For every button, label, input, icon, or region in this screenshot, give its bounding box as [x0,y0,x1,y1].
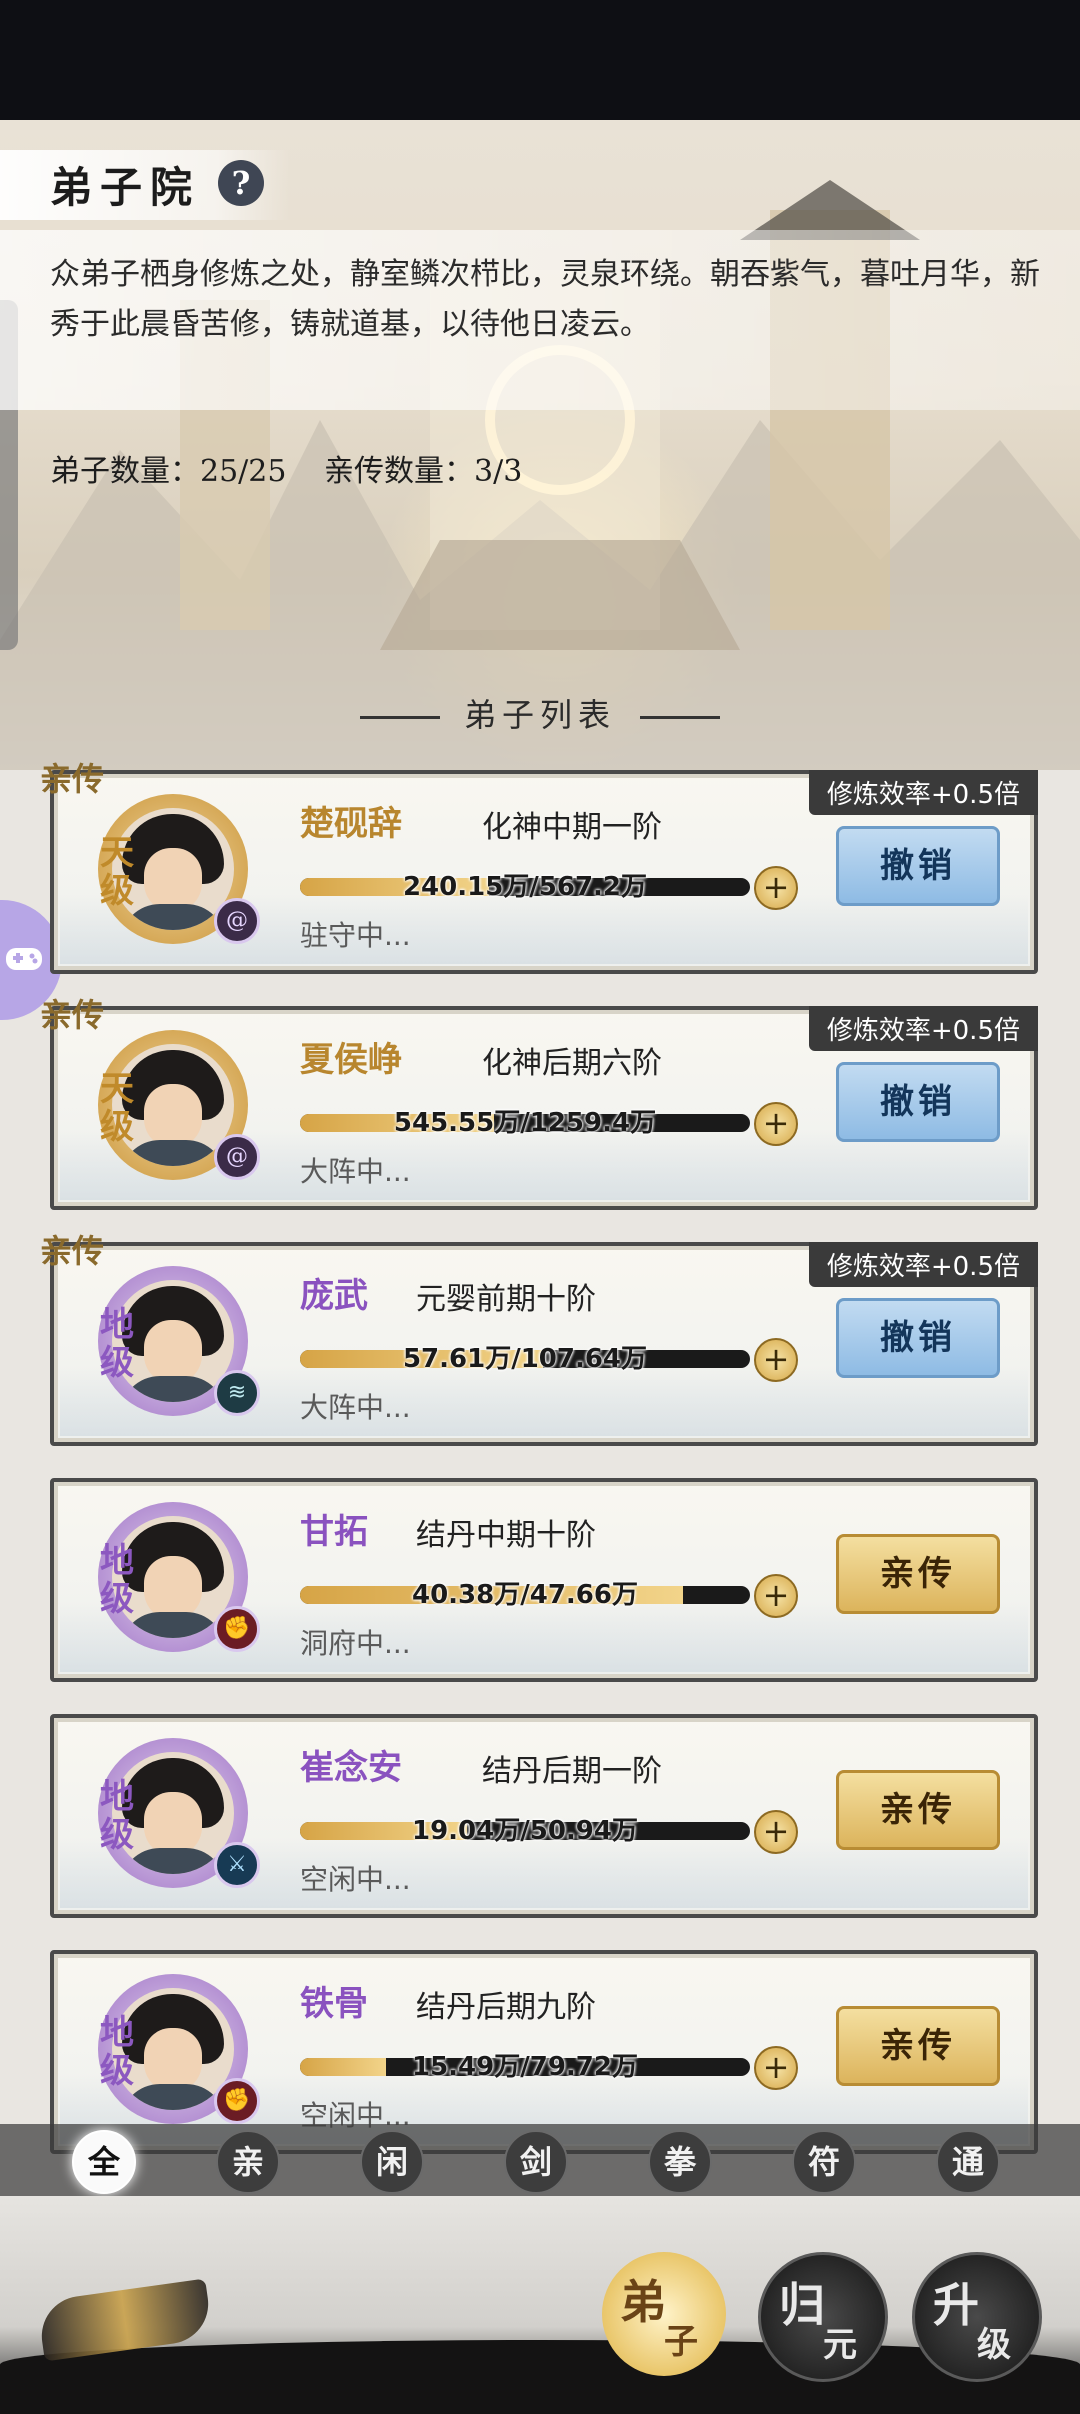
portrait-face [144,1084,202,1148]
plus-icon[interactable]: + [754,866,798,910]
question-icon[interactable]: ? [218,160,264,206]
disciple-name: 甘拓 [300,1512,368,1552]
progress-text: 19.04万/50.94万 [412,1816,638,1846]
status-text: 大阵中... [300,1391,411,1424]
rank-label: 地级 [100,2013,134,2091]
spiral-icon: @ [214,898,260,944]
realm-label: 结丹后期九阶 [416,1990,596,2025]
portrait-face [144,1792,202,1856]
plus-icon[interactable]: + [754,1574,798,1618]
make-direct-button[interactable]: 亲传 [836,1770,1000,1850]
nav-char-1: 升 [933,2278,979,2332]
disciple-name: 夏侯峥 [300,1040,402,1080]
nav-char-1: 归 [779,2278,825,2332]
disciple-name: 庞武 [300,1276,368,1316]
direct-disciple-tag: 亲传 [40,1232,105,1270]
list-title-text: 弟子列表 [463,696,616,734]
realm-label: 元婴前期十阶 [416,1282,596,1317]
plus-icon[interactable]: + [754,1102,798,1146]
description-text: 众弟子栖身修炼之处，静室鳞次栉比，灵泉环绕。朝吞紫气，暮吐月华，新秀于此晨昏苦修… [50,257,1040,342]
plus-icon[interactable]: + [754,2046,798,2090]
page-title: 弟子院 [50,163,201,212]
disciple-name: 铁骨 [300,1984,368,2024]
revoke-button[interactable]: 撤销 [836,1062,1000,1142]
disciple-name: 楚砚辞 [300,804,402,844]
ink-wave [0,2340,1080,2414]
disciple-card[interactable]: 地级 ⚔ 崔念安 结丹后期一阶 19.04万/50.94万 + 空闲中... 亲传 [50,1714,1038,1918]
wind-icon: ≋ [214,1370,260,1416]
bottom-nav-button[interactable]: 归元 [758,2252,888,2382]
status-text: 空闲中... [300,1863,411,1896]
disciple-count: 弟子数量：25/25 [50,454,287,489]
spiral-icon: @ [214,1134,260,1180]
realm-label: 化神后期六阶 [482,1046,662,1081]
disciple-card[interactable]: 亲传 修炼效率+0.5倍天级 @ 夏侯峥 化神后期六阶 545.55万/1259.4万 + 大… [40,996,1038,1210]
efficiency-badge: 修炼效率+0.5倍 [808,1006,1038,1051]
revoke-button[interactable]: 撤销 [836,826,1000,906]
progress-text: 40.38万/47.66万 [412,1580,638,1610]
make-direct-button[interactable]: 亲传 [836,2006,1000,2086]
make-direct-button[interactable]: 亲传 [836,1534,1000,1614]
realm-label: 结丹中期十阶 [416,1518,596,1553]
sword-icon: ⚔ [214,1842,260,1888]
direct-disciple-tag: 亲传 [40,760,105,798]
counts-row: 弟子数量：25/25 亲传数量：3/3 [50,446,550,490]
disciple-card[interactable]: 地级 ✊ 甘拓 结丹中期十阶 40.38万/47.66万 + 洞府中... 亲传 [50,1478,1038,1682]
direct-disciple-tag: 亲传 [40,996,105,1034]
nav-char-1: 弟 [620,2275,666,2329]
direct-count: 亲传数量：3/3 [324,454,523,489]
portrait-face [144,2028,202,2092]
filter-tab[interactable]: 通 [936,2130,1000,2194]
gamepad-icon [6,948,42,970]
filter-tab[interactable]: 符 [792,2130,856,2194]
bottom-nav-button[interactable]: 弟子 [602,2252,726,2376]
filter-tab[interactable]: 剑 [504,2130,568,2194]
realm-label: 化神中期一阶 [482,810,662,845]
filter-tab[interactable]: 闲 [360,2130,424,2194]
fist-icon: ✊ [214,2078,260,2124]
disciple-name: 崔念安 [300,1748,402,1788]
portrait-face [144,1556,202,1620]
bottom-nav-button[interactable]: 升级 [912,2252,1042,2382]
left-ornament-icon [359,716,440,719]
rank-label: 天级 [100,1069,134,1147]
filter-tab[interactable]: 拳 [648,2130,712,2194]
status-text: 大阵中... [300,1155,411,1188]
status-text: 洞府中... [300,1627,411,1660]
nav-char-2: 元 [823,2325,857,2365]
top-status-bar [0,0,1080,120]
realm-label: 结丹后期一阶 [482,1754,662,1789]
rank-label: 地级 [100,1777,134,1855]
status-text: 驻守中... [300,919,411,952]
filter-tab[interactable]: 全 [72,2130,136,2194]
nav-char-2: 级 [977,2325,1011,2365]
disciple-card[interactable]: 亲传 修炼效率+0.5倍地级 ≋ 庞武 元婴前期十阶 57.61万/107.64万 + 大阵中… [40,1232,1038,1446]
right-ornament-icon [640,716,720,719]
filter-tab[interactable]: 亲 [216,2130,280,2194]
rank-label: 地级 [100,1305,134,1383]
rank-label: 天级 [100,833,134,911]
progress-text: 545.55万/1259.4万 [393,1108,657,1138]
efficiency-badge: 修炼效率+0.5倍 [808,1242,1038,1287]
efficiency-badge: 修炼效率+0.5倍 [808,770,1038,815]
revoke-button[interactable]: 撤销 [836,1298,1000,1378]
rank-label: 地级 [100,1541,134,1619]
progress-text: 57.61万/107.64万 [402,1344,648,1374]
plus-icon[interactable]: + [754,1338,798,1382]
portrait-face [144,1320,202,1384]
portrait-face [144,848,202,912]
nav-char-2: 子 [664,2322,698,2362]
fist-icon: ✊ [214,1606,260,1652]
list-title: 弟子列表 [0,690,1080,736]
plus-icon[interactable]: + [754,1810,798,1854]
progress-text: 15.49万/79.72万 [412,2052,638,2082]
progress-text: 240.15万/567.2万 [402,872,648,902]
disciple-card[interactable]: 亲传 修炼效率+0.5倍天级 @ 楚砚辞 化神中期一阶 240.15万/567.2万 + 驻守… [40,760,1038,974]
